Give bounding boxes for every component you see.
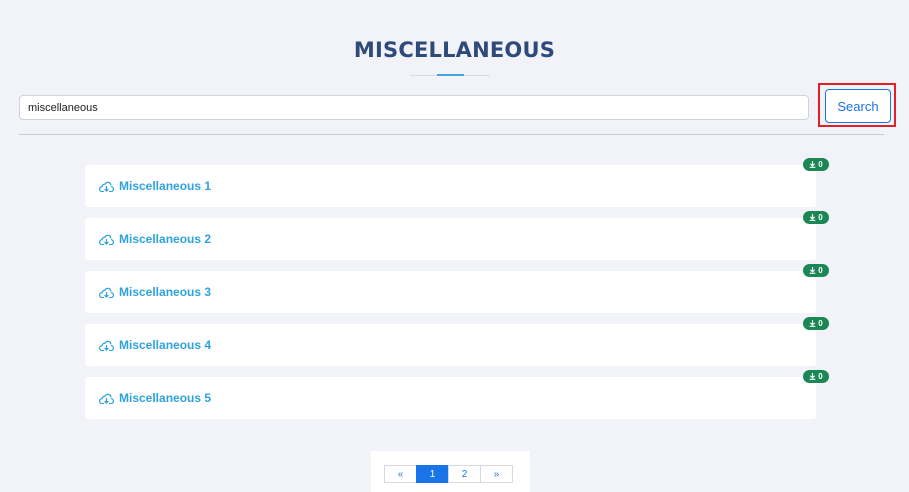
download-count-badge: 0 — [803, 158, 829, 171]
item-link[interactable]: Miscellaneous 3 — [99, 285, 211, 299]
item-label: Miscellaneous 5 — [119, 391, 212, 405]
item-link[interactable]: Miscellaneous 2 — [99, 232, 211, 246]
pagination: « 1 2 » — [384, 465, 513, 483]
download-count-badge: 0 — [803, 370, 829, 383]
list-item: Miscellaneous 3 0 — [85, 264, 829, 313]
list-item: Miscellaneous 4 0 — [85, 317, 829, 366]
download-icon — [809, 320, 816, 327]
file-list: Miscellaneous 1 0 Miscellaneous 2 0 Misc… — [85, 158, 830, 430]
title-accent-bar — [437, 74, 464, 76]
item-link[interactable]: Miscellaneous 1 — [99, 179, 211, 193]
download-icon — [809, 161, 816, 168]
download-icon — [809, 267, 816, 274]
page-title: MISCELLANEOUS — [353, 38, 556, 62]
prev-page-button[interactable]: « — [384, 465, 417, 483]
download-count-badge: 0 — [803, 264, 829, 277]
search-button[interactable]: Search — [825, 89, 891, 123]
download-icon — [809, 373, 816, 380]
cloud-download-icon — [99, 181, 114, 192]
item-link[interactable]: Miscellaneous 4 — [99, 338, 211, 352]
list-item: Miscellaneous 2 0 — [85, 211, 829, 260]
item-label: Miscellaneous 1 — [119, 179, 212, 193]
page-button-1[interactable]: 1 — [416, 465, 449, 483]
search-input[interactable] — [19, 95, 809, 120]
next-page-button[interactable]: » — [480, 465, 513, 483]
item-label: Miscellaneous 3 — [119, 285, 212, 299]
download-count-badge: 0 — [803, 317, 829, 330]
divider — [19, 134, 884, 135]
download-count-badge: 0 — [803, 211, 829, 224]
list-item: Miscellaneous 5 0 — [85, 370, 829, 419]
cloud-download-icon — [99, 340, 114, 351]
cloud-download-icon — [99, 234, 114, 245]
cloud-download-icon — [99, 287, 114, 298]
item-link[interactable]: Miscellaneous 5 — [99, 391, 211, 405]
item-label: Miscellaneous 4 — [119, 338, 212, 352]
page-button-2[interactable]: 2 — [448, 465, 481, 483]
item-label: Miscellaneous 2 — [119, 232, 212, 246]
cloud-download-icon — [99, 393, 114, 404]
list-item: Miscellaneous 1 0 — [85, 158, 829, 207]
download-icon — [809, 214, 816, 221]
